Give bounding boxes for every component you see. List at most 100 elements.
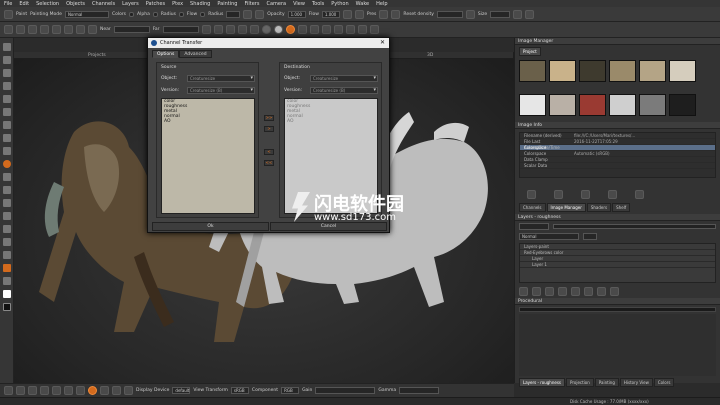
export-icon[interactable] [554, 190, 563, 199]
scale-icon[interactable] [357, 25, 367, 34]
foreground-color-swatch[interactable] [3, 290, 11, 298]
texture-thumbnail[interactable] [519, 94, 546, 116]
pen-icon[interactable] [255, 9, 265, 19]
blend-amount-field[interactable] [583, 233, 597, 240]
refresh-view-icon[interactable] [76, 386, 85, 395]
tab-options[interactable]: Options [152, 50, 180, 58]
layer-item[interactable]: Layer 1 [520, 262, 715, 268]
transfer-all-left-button[interactable]: << [264, 160, 274, 166]
reset-density-field[interactable] [436, 10, 463, 18]
brush-icon[interactable] [4, 9, 13, 19]
rotate-icon[interactable] [345, 25, 355, 34]
trash-icon[interactable] [610, 287, 619, 296]
expand-icon[interactable] [525, 9, 535, 19]
menu-camera[interactable]: Camera [266, 1, 286, 7]
list-item[interactable]: AO [285, 119, 377, 124]
layer-opacity-slider[interactable] [553, 224, 716, 229]
clone-tool-icon[interactable] [3, 134, 11, 142]
brush-tool-icon[interactable] [3, 108, 11, 116]
display-device-select[interactable]: default [172, 387, 191, 394]
gradient-tool-icon[interactable] [3, 212, 11, 220]
list-item[interactable]: AO [162, 119, 254, 124]
fill-tool-icon[interactable] [3, 173, 11, 181]
tab-projection[interactable]: Projection [566, 378, 594, 387]
tab-history-view[interactable]: History View [619, 378, 653, 387]
duplicate-icon[interactable] [584, 287, 593, 296]
swap-colors-icon[interactable] [3, 277, 11, 285]
tablet-icon[interactable] [391, 9, 401, 19]
sphere-icon[interactable] [16, 25, 25, 34]
texture-thumbnail[interactable] [669, 94, 696, 116]
texture-thumbnail[interactable] [609, 60, 636, 82]
layer-channel-select[interactable] [519, 223, 549, 230]
adjust-icon[interactable] [558, 287, 567, 296]
menu-help[interactable]: Help [376, 1, 387, 7]
background-color-swatch[interactable] [3, 303, 11, 311]
tab-image-manager[interactable]: Image Manager [546, 203, 586, 212]
eraser-tool-icon[interactable] [3, 186, 11, 194]
light-sphere-icon[interactable] [273, 25, 283, 34]
mesh-icon[interactable] [201, 25, 211, 34]
texture-thumbnail[interactable] [579, 94, 606, 116]
mask-tool-icon[interactable] [3, 238, 11, 246]
move-tool-icon[interactable] [3, 95, 11, 103]
tab-channels[interactable]: Channels [519, 203, 546, 212]
alpha-checkbox[interactable] [152, 11, 158, 17]
menu-ptex[interactable]: Ptex [172, 1, 183, 7]
cylinder-icon[interactable] [28, 25, 37, 34]
painting-mode-select[interactable]: Normal [64, 10, 109, 18]
shade-icon[interactable] [237, 25, 247, 34]
paint-tool-icon[interactable] [3, 69, 11, 77]
select-tool-icon[interactable] [3, 43, 11, 51]
background-icon[interactable] [297, 25, 307, 34]
menu-tools[interactable]: Tools [312, 1, 324, 7]
transfer-left-button[interactable]: < [264, 149, 274, 155]
destination-version-select[interactable]: Creaturesize (B) [310, 87, 378, 94]
grid-icon[interactable] [513, 9, 523, 19]
select-icon[interactable] [321, 25, 331, 34]
refresh-icon[interactable] [608, 190, 617, 199]
flow-checkbox[interactable] [200, 11, 206, 17]
menu-objects[interactable]: Objects [66, 1, 85, 7]
paint-sphere-icon[interactable] [285, 25, 295, 34]
tab-shelf[interactable]: Shelf [612, 203, 631, 212]
ok-button[interactable]: Ok [152, 222, 269, 231]
channel-icon[interactable] [112, 386, 121, 395]
menu-patches[interactable]: Patches [146, 1, 165, 7]
opacity-field[interactable]: 1.000 [287, 10, 306, 18]
menu-edit[interactable]: Edit [19, 1, 29, 7]
texture-thumbnail[interactable] [669, 60, 696, 82]
stamp-tool-icon[interactable] [3, 225, 11, 233]
transfer-all-right-button[interactable]: >> [264, 115, 274, 121]
gamma-slider[interactable] [399, 387, 440, 394]
mask-icon[interactable] [545, 287, 554, 296]
group-icon[interactable] [532, 287, 541, 296]
flat-icon[interactable] [225, 25, 235, 34]
eyedropper-icon[interactable] [3, 251, 11, 259]
frame-icon[interactable] [64, 386, 73, 395]
lock-view-icon[interactable] [64, 25, 73, 34]
transfer-right-button[interactable]: > [264, 126, 274, 132]
settings-icon[interactable] [342, 9, 352, 19]
add-layer-icon[interactable] [519, 287, 528, 296]
radius-checkbox[interactable] [178, 11, 184, 17]
menu-python[interactable]: Python [331, 1, 348, 7]
wire-icon[interactable] [213, 25, 223, 34]
folder-icon[interactable] [581, 190, 590, 199]
source-object-select[interactable]: Creaturesize [187, 75, 255, 82]
undo-icon[interactable] [4, 386, 13, 395]
pan-icon[interactable] [52, 386, 61, 395]
tab-colors[interactable]: Colors [653, 378, 675, 387]
tab-layers-roughness[interactable]: Layers - roughness [519, 378, 565, 387]
picker-tool-icon[interactable] [3, 147, 11, 155]
reset-icon[interactable] [465, 9, 475, 19]
zoom-tool-icon[interactable] [3, 82, 11, 90]
lock-icon[interactable] [243, 9, 253, 19]
gain-slider[interactable] [315, 387, 376, 394]
zoom-icon[interactable] [40, 386, 49, 395]
pencil-icon[interactable] [354, 9, 364, 19]
menu-file[interactable]: File [4, 1, 12, 7]
histogram-icon[interactable] [124, 386, 133, 395]
swatch-icon[interactable] [3, 264, 11, 272]
render-icon[interactable] [88, 386, 97, 395]
